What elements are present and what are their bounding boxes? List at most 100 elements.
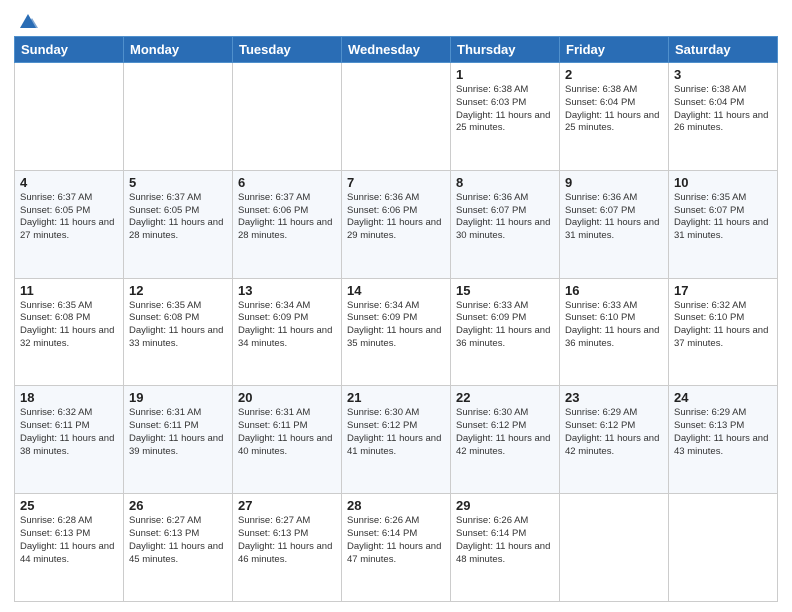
cell-date-number: 23 [565,390,663,405]
cell-date-number: 16 [565,283,663,298]
calendar-cell: 19 Sunrise: 6:31 AM Sunset: 6:11 PM Dayli… [124,386,233,494]
cell-date-number: 9 [565,175,663,190]
calendar-cell: 21 Sunrise: 6:30 AM Sunset: 6:12 PM Dayli… [342,386,451,494]
calendar-cell: 7 Sunrise: 6:36 AM Sunset: 6:06 PM Daylig… [342,170,451,278]
cell-info-text: Sunrise: 6:33 AM Sunset: 6:10 PM Dayligh… [565,300,663,351]
calendar-cell [560,494,669,602]
cell-date-number: 29 [456,498,554,513]
cell-info-text: Sunrise: 6:27 AM Sunset: 6:13 PM Dayligh… [238,515,336,566]
calendar-cell: 2Sunrise: 6:38 AM Sunset: 6:04 PM Daylig… [560,63,669,171]
calendar-cell: 5 Sunrise: 6:37 AM Sunset: 6:05 PM Daylig… [124,170,233,278]
cell-info-text: Sunrise: 6:30 AM Sunset: 6:12 PM Dayligh… [347,407,445,458]
calendar-cell [233,63,342,171]
calendar-cell [15,63,124,171]
cell-date-number: 12 [129,283,227,298]
cell-date-number: 15 [456,283,554,298]
calendar-cell: 28 Sunrise: 6:26 AM Sunset: 6:14 PM Dayli… [342,494,451,602]
cell-info-text: Sunrise: 6:37 AM Sunset: 6:05 PM Dayligh… [129,192,227,243]
calendar-cell: 11 Sunrise: 6:35 AM Sunset: 6:08 PM Dayli… [15,278,124,386]
cell-date-number: 18 [20,390,118,405]
cell-date-number: 27 [238,498,336,513]
cell-info-text: Sunrise: 6:28 AM Sunset: 6:13 PM Dayligh… [20,515,118,566]
calendar-week-row: 18 Sunrise: 6:32 AM Sunset: 6:11 PM Dayli… [15,386,778,494]
cell-date-number: 4 [20,175,118,190]
calendar-cell: 10Sunrise: 6:35 AM Sunset: 6:07 PM Dayli… [669,170,778,278]
cell-date-number: 13 [238,283,336,298]
cell-date-number: 17 [674,283,772,298]
calendar-cell: 20Sunrise: 6:31 AM Sunset: 6:11 PM Dayli… [233,386,342,494]
cell-date-number: 14 [347,283,445,298]
cell-info-text: Sunrise: 6:34 AM Sunset: 6:09 PM Dayligh… [238,300,336,351]
calendar-cell: 13 Sunrise: 6:34 AM Sunset: 6:09 PM Dayli… [233,278,342,386]
cell-date-number: 11 [20,283,118,298]
calendar-body: 1 Sunrise: 6:38 AM Sunset: 6:03 PM Daylig… [15,63,778,602]
cell-date-number: 28 [347,498,445,513]
cell-date-number: 6 [238,175,336,190]
cell-date-number: 19 [129,390,227,405]
cell-info-text: Sunrise: 6:27 AM Sunset: 6:13 PM Dayligh… [129,515,227,566]
cell-info-text: Sunrise: 6:35 AM Sunset: 6:08 PM Dayligh… [129,300,227,351]
weekday-header-sunday: Sunday [15,37,124,63]
cell-info-text: Sunrise: 6:29 AM Sunset: 6:12 PM Dayligh… [565,407,663,458]
calendar-header-row: SundayMondayTuesdayWednesdayThursdayFrid… [15,37,778,63]
cell-date-number: 2 [565,67,663,82]
cell-date-number: 7 [347,175,445,190]
calendar-cell: 15 Sunrise: 6:33 AM Sunset: 6:09 PM Dayli… [451,278,560,386]
cell-date-number: 5 [129,175,227,190]
calendar-cell: 27 Sunrise: 6:27 AM Sunset: 6:13 PM Dayli… [233,494,342,602]
calendar-table: SundayMondayTuesdayWednesdayThursdayFrid… [14,36,778,602]
cell-info-text: Sunrise: 6:30 AM Sunset: 6:12 PM Dayligh… [456,407,554,458]
cell-info-text: Sunrise: 6:29 AM Sunset: 6:13 PM Dayligh… [674,407,772,458]
cell-date-number: 3 [674,67,772,82]
cell-date-number: 1 [456,67,554,82]
cell-info-text: Sunrise: 6:31 AM Sunset: 6:11 PM Dayligh… [238,407,336,458]
calendar-cell: 16 Sunrise: 6:33 AM Sunset: 6:10 PM Dayli… [560,278,669,386]
calendar-cell: 26 Sunrise: 6:27 AM Sunset: 6:13 PM Dayli… [124,494,233,602]
cell-info-text: Sunrise: 6:26 AM Sunset: 6:14 PM Dayligh… [347,515,445,566]
cell-date-number: 21 [347,390,445,405]
cell-info-text: Sunrise: 6:36 AM Sunset: 6:07 PM Dayligh… [565,192,663,243]
weekday-header-saturday: Saturday [669,37,778,63]
cell-info-text: Sunrise: 6:26 AM Sunset: 6:14 PM Dayligh… [456,515,554,566]
cell-date-number: 24 [674,390,772,405]
calendar-cell: 1 Sunrise: 6:38 AM Sunset: 6:03 PM Daylig… [451,63,560,171]
cell-info-text: Sunrise: 6:37 AM Sunset: 6:05 PM Dayligh… [20,192,118,243]
calendar-cell: 8Sunrise: 6:36 AM Sunset: 6:07 PM Daylig… [451,170,560,278]
cell-date-number: 26 [129,498,227,513]
calendar-week-row: 25 Sunrise: 6:28 AM Sunset: 6:13 PM Dayli… [15,494,778,602]
cell-info-text: Sunrise: 6:31 AM Sunset: 6:11 PM Dayligh… [129,407,227,458]
calendar-cell: 14 Sunrise: 6:34 AM Sunset: 6:09 PM Dayli… [342,278,451,386]
cell-date-number: 10 [674,175,772,190]
cell-date-number: 25 [20,498,118,513]
calendar-week-row: 4 Sunrise: 6:37 AM Sunset: 6:05 PM Daylig… [15,170,778,278]
logo [14,10,38,32]
calendar-cell: 25 Sunrise: 6:28 AM Sunset: 6:13 PM Dayli… [15,494,124,602]
cell-info-text: Sunrise: 6:38 AM Sunset: 6:04 PM Dayligh… [674,84,772,135]
cell-info-text: Sunrise: 6:34 AM Sunset: 6:09 PM Dayligh… [347,300,445,351]
calendar-cell: 17 Sunrise: 6:32 AM Sunset: 6:10 PM Dayli… [669,278,778,386]
cell-date-number: 22 [456,390,554,405]
weekday-header-thursday: Thursday [451,37,560,63]
calendar-cell: 22 Sunrise: 6:30 AM Sunset: 6:12 PM Dayli… [451,386,560,494]
logo-area [14,10,38,32]
calendar-cell: 6 Sunrise: 6:37 AM Sunset: 6:06 PM Daylig… [233,170,342,278]
calendar-cell: 29 Sunrise: 6:26 AM Sunset: 6:14 PM Dayli… [451,494,560,602]
calendar-cell: 23 Sunrise: 6:29 AM Sunset: 6:12 PM Dayli… [560,386,669,494]
weekday-header-monday: Monday [124,37,233,63]
cell-info-text: Sunrise: 6:35 AM Sunset: 6:08 PM Dayligh… [20,300,118,351]
calendar-page: SundayMondayTuesdayWednesdayThursdayFrid… [0,0,792,612]
cell-info-text: Sunrise: 6:36 AM Sunset: 6:06 PM Dayligh… [347,192,445,243]
calendar-cell: 3 Sunrise: 6:38 AM Sunset: 6:04 PM Daylig… [669,63,778,171]
cell-info-text: Sunrise: 6:33 AM Sunset: 6:09 PM Dayligh… [456,300,554,351]
calendar-cell: 4 Sunrise: 6:37 AM Sunset: 6:05 PM Daylig… [15,170,124,278]
calendar-cell: 12 Sunrise: 6:35 AM Sunset: 6:08 PM Dayli… [124,278,233,386]
calendar-cell [124,63,233,171]
calendar-cell [342,63,451,171]
cell-info-text: Sunrise: 6:32 AM Sunset: 6:10 PM Dayligh… [674,300,772,351]
calendar-week-row: 11 Sunrise: 6:35 AM Sunset: 6:08 PM Dayli… [15,278,778,386]
top-section [14,10,778,32]
cell-info-text: Sunrise: 6:38 AM Sunset: 6:03 PM Dayligh… [456,84,554,135]
calendar-cell [669,494,778,602]
cell-info-text: Sunrise: 6:37 AM Sunset: 6:06 PM Dayligh… [238,192,336,243]
cell-info-text: Sunrise: 6:32 AM Sunset: 6:11 PM Dayligh… [20,407,118,458]
